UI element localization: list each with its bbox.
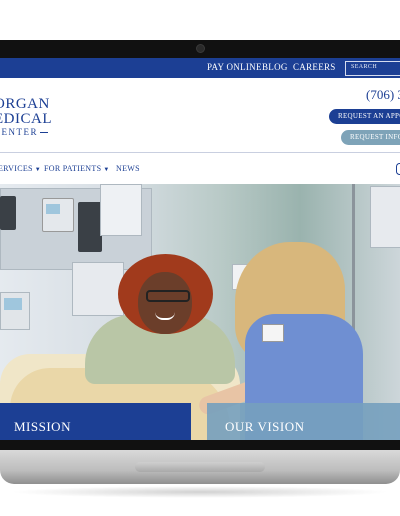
search-input[interactable]: SEARCH xyxy=(345,61,400,76)
webcam-icon xyxy=(196,44,205,53)
patient-face xyxy=(138,272,192,334)
nav-patients-label: FOR PATIENTS xyxy=(44,164,102,173)
chevron-down-icon: ▼ xyxy=(34,167,42,173)
browser-screen: PAY ONLINE BLOG CAREERS SEARCH ORGAN EDI… xyxy=(0,58,400,440)
id-badge xyxy=(262,324,284,342)
logo-rule xyxy=(40,131,48,133)
nav-services-label: ERVICES xyxy=(0,164,33,173)
laptop-shadow xyxy=(10,486,390,498)
header-divider xyxy=(0,152,400,153)
nav-item-news[interactable]: NEWS xyxy=(116,164,140,173)
logo-center-text: CENTER xyxy=(0,127,38,137)
wall-device xyxy=(78,202,102,252)
blog-link[interactable]: BLOG xyxy=(262,62,288,72)
site-logo[interactable]: ORGAN EDICAL CENTER xyxy=(0,96,52,138)
request-info-button[interactable]: REQUEST INFO xyxy=(341,130,400,145)
pay-online-link[interactable]: PAY ONLINE xyxy=(207,62,262,72)
careers-link[interactable]: CAREERS xyxy=(293,62,336,72)
wall-monitor xyxy=(0,196,16,230)
monitor-screen xyxy=(46,204,60,214)
logo-line-3: CENTER xyxy=(0,127,52,137)
wall-device xyxy=(100,184,142,236)
hero-image xyxy=(0,184,400,440)
search-placeholder: SEARCH xyxy=(351,64,378,70)
nav-item-for-patients[interactable]: FOR PATIENTS ▼ xyxy=(44,164,110,173)
request-appointment-button[interactable]: REQUEST AN APPO xyxy=(329,109,400,124)
vision-title: OUR VISION xyxy=(225,419,305,434)
nav-item-services[interactable]: ERVICES ▼ xyxy=(0,164,41,173)
logo-line-2: EDICAL xyxy=(0,111,52,127)
glasses xyxy=(146,290,190,302)
iv-pump xyxy=(370,186,400,248)
chevron-down-icon: ▼ xyxy=(103,167,110,173)
laptop-notch xyxy=(135,462,265,472)
utility-bar: PAY ONLINE BLOG CAREERS SEARCH xyxy=(0,58,400,78)
mission-card[interactable]: MISSION xyxy=(0,403,191,440)
wall-outlet-panel xyxy=(72,262,124,316)
logo-line-1: ORGAN xyxy=(0,96,50,112)
monitor-screen xyxy=(4,298,22,310)
nav-news-label: NEWS xyxy=(116,164,140,173)
vision-card[interactable]: OUR VISION xyxy=(207,403,400,440)
nav-overflow-icon[interactable] xyxy=(396,163,400,175)
mission-title: MISSION xyxy=(14,419,71,434)
phone-number[interactable]: (706) 3 xyxy=(366,87,400,103)
